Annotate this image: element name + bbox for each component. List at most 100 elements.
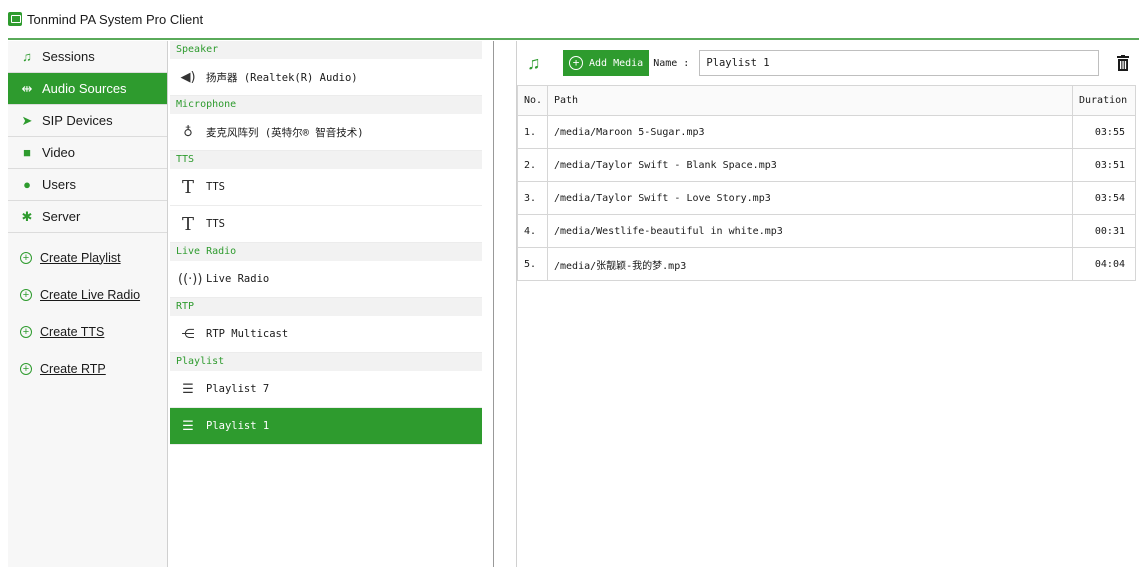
speaker-icon: ◀) [180,69,196,85]
playlist-panel: ♫ + Add Media Name : No. Path Duration 1… [516,41,1136,567]
column-header-duration[interactable]: Duration [1072,85,1136,116]
table-row[interactable]: 4. /media/Westlife-beautiful in white.mp… [517,214,1136,248]
row-duration: 04:04 [1072,247,1136,281]
app-title: Tonmind PA System Pro Client [27,11,204,27]
nav-item-label: Audio Sources [42,81,127,96]
row-path: /media/Taylor Swift - Blank Space.mp3 [547,148,1073,182]
create-rtp-link[interactable]: + Create RTP [8,350,167,387]
source-item-label: 扬声器 (Realtek(R) Audio) [206,71,358,84]
row-path: /media/Maroon 5-Sugar.mp3 [547,115,1073,149]
playlist-icon: ☰ [182,418,194,434]
nav-item-users[interactable]: ● Users [8,169,167,201]
column-header-path[interactable]: Path [547,85,1073,116]
category-header-live-radio: Live Radio [170,243,482,261]
plus-circle-icon: + [20,251,32,264]
source-item-tts[interactable]: T TTS [170,206,482,243]
source-item-label: Playlist 7 [206,383,270,395]
source-item-label: Playlist 1 [206,420,270,432]
create-link-label: Create Playlist [40,250,121,265]
table-row[interactable]: 3. /media/Taylor Swift - Love Story.mp3 … [517,181,1136,215]
add-media-button[interactable]: + Add Media [563,50,650,76]
create-live-radio-link[interactable]: + Create Live Radio [8,276,167,313]
title-bar: Tonmind PA System Pro Client [0,0,1139,38]
create-links: + Create Playlist + Create Live Radio + … [8,239,167,387]
music-note-icon: ♫ [22,49,32,64]
playlist-icon: ☰ [182,381,194,397]
name-label: Name : [653,57,690,69]
trash-icon[interactable] [1117,55,1129,71]
source-item-rtp-multicast[interactable]: ⋲ RTP Multicast [170,316,482,353]
playlist-name-input[interactable] [699,50,1100,76]
source-item-label: RTP Multicast [206,328,289,340]
create-playlist-link[interactable]: + Create Playlist [8,239,167,276]
sidebar-nav: ♫ Sessions ⇹ Audio Sources ➤ SIP Devices… [8,41,168,567]
plus-circle-icon: + [20,362,32,375]
plus-circle-icon: + [569,56,583,70]
row-duration: 03:51 [1072,148,1136,182]
category-header-speaker: Speaker [170,41,482,59]
gear-icon: ✱ [21,208,33,224]
app-logo-icon [8,12,22,26]
source-item-label: TTS [206,218,225,230]
text-t-icon: T [181,176,194,198]
nav-item-sessions[interactable]: ♫ Sessions [8,41,167,73]
source-item-tts[interactable]: T TTS [170,169,482,206]
title-divider [8,38,1139,40]
create-link-label: Create TTS [40,324,105,339]
nav-item-audio-sources[interactable]: ⇹ Audio Sources [8,73,167,105]
row-path: /media/Westlife-beautiful in white.mp3 [547,214,1073,248]
send-arrow-icon: ➤ [21,112,33,128]
create-tts-link[interactable]: + Create TTS [8,313,167,350]
music-note-icon: ♫ [527,52,541,73]
row-number: 3. [517,181,548,215]
row-number: 5. [517,247,548,281]
category-header-microphone: Microphone [170,96,482,114]
row-duration: 03:54 [1072,181,1136,215]
category-header-tts: TTS [170,151,482,169]
source-item-label: Live Radio [206,273,270,285]
source-item-playlist[interactable]: ☰ Playlist 7 [170,371,482,408]
nav-item-label: SIP Devices [42,113,113,128]
row-duration: 00:31 [1072,214,1136,248]
table-row[interactable]: 1. /media/Maroon 5-Sugar.mp3 03:55 [517,115,1136,149]
nav-item-label: Users [42,177,76,192]
microphone-icon: ♁ [183,124,193,140]
row-number: 4. [517,214,548,248]
table-row[interactable]: 5. /media/张靓颖-我的梦.mp3 04:04 [517,247,1136,281]
source-item-live-radio[interactable]: ((·)) Live Radio [170,261,482,298]
table-header-row: No. Path Duration [517,85,1136,116]
table-row[interactable]: 2. /media/Taylor Swift - Blank Space.mp3… [517,148,1136,182]
source-item-speaker[interactable]: ◀) 扬声器 (Realtek(R) Audio) [170,59,482,96]
media-table: No. Path Duration 1. /media/Maroon 5-Sug… [517,85,1136,281]
category-header-rtp: RTP [170,298,482,316]
add-media-label: Add Media [589,57,644,69]
playlist-toolbar: ♫ + Add Media Name : [517,41,1135,85]
nav-item-sip-devices[interactable]: ➤ SIP Devices [8,105,167,137]
video-camera-icon: ■ [23,145,31,160]
multicast-icon: ⋲ [181,326,195,342]
source-item-label: 麦克风阵列 (英特尔® 智音技术) [206,126,364,139]
row-path: /media/张靓颖-我的梦.mp3 [547,247,1073,281]
create-link-label: Create RTP [40,361,106,376]
create-link-label: Create Live Radio [40,287,141,302]
text-t-icon: T [181,213,194,235]
arrows-horizontal-icon: ⇹ [21,80,33,96]
nav-item-label: Server [42,209,81,224]
nav-item-label: Sessions [42,49,95,64]
plus-circle-icon: + [20,325,32,338]
source-item-microphone[interactable]: ♁ 麦克风阵列 (英特尔® 智音技术) [170,114,482,151]
column-header-no[interactable]: No. [517,85,548,116]
category-header-playlist: Playlist [170,353,482,371]
nav-item-video[interactable]: ■ Video [8,137,167,169]
row-number: 2. [517,148,548,182]
radio-waves-icon: ((·)) [178,271,203,287]
source-item-label: TTS [206,181,225,193]
nav-item-server[interactable]: ✱ Server [8,201,167,233]
plus-circle-icon: + [20,288,32,301]
row-path: /media/Taylor Swift - Love Story.mp3 [547,181,1073,215]
row-number: 1. [517,115,548,149]
nav-item-label: Video [42,145,76,160]
row-duration: 03:55 [1072,115,1136,149]
audio-sources-list: Speaker ◀) 扬声器 (Realtek(R) Audio) Microp… [170,41,494,567]
source-item-playlist-selected[interactable]: ☰ Playlist 1 [170,408,482,445]
